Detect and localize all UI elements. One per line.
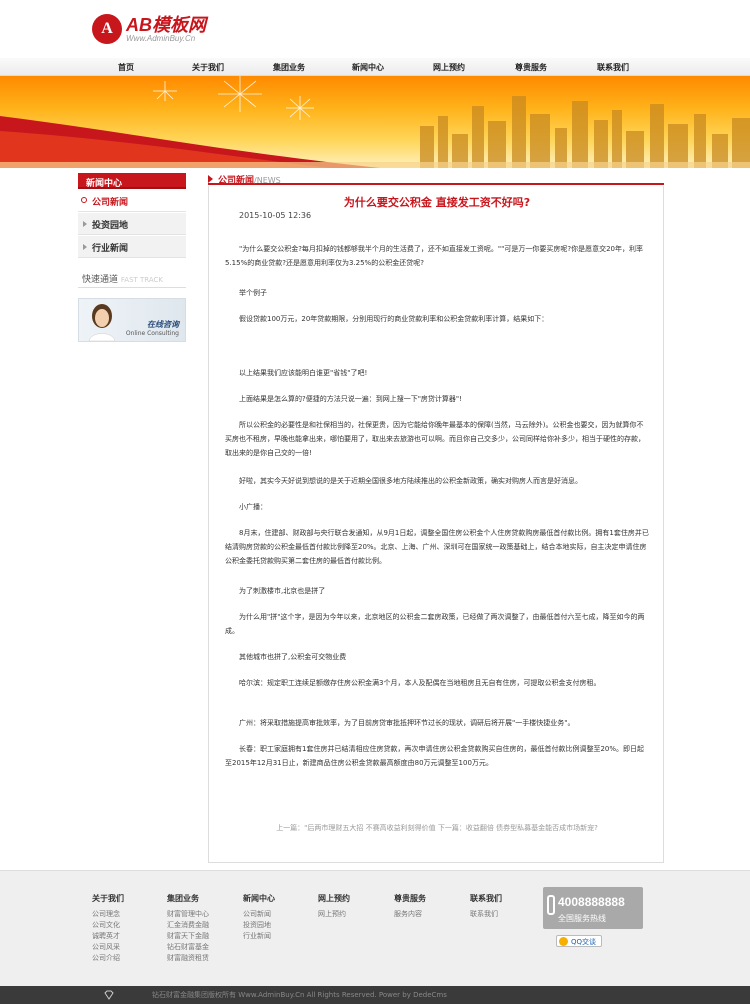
site-logo[interactable]: A AB模板网 Www.AdminBuy.Cn [92, 14, 206, 44]
footer-link[interactable]: 钻石财富基金 [167, 942, 209, 953]
footer-link[interactable]: 联系我们 [470, 909, 502, 920]
footer-link[interactable]: 行业新闻 [243, 931, 275, 942]
consultant-avatar-icon [88, 304, 116, 341]
footer-column-title: 尊贵服务 [394, 894, 426, 903]
diamond-icon [104, 990, 114, 1000]
nav-item-about[interactable]: 关于我们 [192, 62, 224, 73]
caret-right-icon [208, 175, 213, 183]
site-footer: 关于我们 公司理念 公司文化 诚聘英才 公司风采 公司介绍 集团业务 财富管理中… [0, 870, 750, 986]
logo-mark: A [92, 14, 122, 44]
footer-link[interactable]: 网上预约 [318, 909, 350, 920]
article-paragraph: 假设贷款100万元，20年贷款期限，分别用现行的商业贷款利率和公积金贷款利率计算… [239, 315, 549, 323]
footer-link[interactable]: 诚聘英才 [92, 931, 124, 942]
footer-link[interactable]: 投资园地 [243, 920, 275, 931]
phone-icon [547, 895, 555, 915]
article-paragraph: 长春：职工家庭拥有1套住房并已结清相应住房贷款，再次申请住房公积金贷款购买自住房… [225, 745, 645, 767]
caret-right-icon [83, 244, 87, 250]
footer-link[interactable]: 公司风采 [92, 942, 124, 953]
footer-link[interactable]: 公司介绍 [92, 953, 124, 964]
footer-link[interactable]: 财富管理中心 [167, 909, 209, 920]
footer-link[interactable]: 公司新闻 [243, 909, 275, 920]
logo-subtitle: Www.AdminBuy.Cn [126, 33, 196, 43]
nav-item-business[interactable]: 集团业务 [273, 62, 305, 73]
nav-item-contact[interactable]: 联系我们 [597, 62, 629, 73]
article-paragraph: 所以公积金的必要性是和社保相当的，社保更贵，因为它能给你晚年最基本的保障(当然，… [225, 421, 645, 457]
article-paragraph: 哈尔滨：规定职工连续足额缴存住房公积金满3个月，本人及配偶在当地租房且无自有住房… [239, 679, 601, 687]
sidebar-item-label: 行业新闻 [92, 244, 129, 254]
online-consulting-button[interactable]: 在线咨询 Online Consulting [78, 298, 186, 342]
radio-dot-icon [81, 197, 87, 203]
quick-access-label: 快速通道 [82, 275, 119, 285]
footer-column-title: 联系我们 [470, 894, 502, 903]
section-title: 公司新闻 [218, 176, 255, 186]
hotline-label: 全国服务热线 [558, 914, 606, 923]
hero-banner [0, 76, 750, 168]
service-hotline: 4008888888 全国服务热线 [543, 887, 643, 929]
sidebar-item-industry-news[interactable]: 行业新闻 [78, 236, 186, 258]
nav-item-home[interactable]: 首页 [118, 62, 134, 73]
quick-access-label-en: FAST TRACK [120, 276, 164, 284]
article-paragraph: 广州：将采取措施提高审批效率，为了目前房贷审批抵押环节过长的现状，调研后将开展"… [239, 719, 575, 727]
consult-label: 在线咨询 [147, 320, 179, 329]
qq-chat-label: QQ交谈 [571, 938, 597, 946]
footer-column-title: 集团业务 [167, 894, 199, 903]
footer-link[interactable]: 财富天下金融 [167, 931, 209, 942]
copyright-bar: 钻石财富金融集团版权所有 Www.AdminBuy.Cn All Rights … [0, 986, 750, 1004]
article-date: 2015-10-05 12:36 [239, 211, 312, 220]
footer-column-news: 新闻中心 公司新闻 投资园地 行业新闻 [243, 893, 275, 942]
footer-column-booking: 网上预约 网上预约 [318, 893, 350, 920]
article-paragraph: 以上结果我们应该能明白谁更"省钱"了吧! [239, 369, 368, 377]
footer-column-title: 关于我们 [92, 894, 124, 903]
sidebar-title: 新闻中心 [78, 173, 186, 189]
footer-column-about: 关于我们 公司理念 公司文化 诚聘英才 公司风采 公司介绍 [92, 893, 124, 964]
article-paragraph: 上面结果是怎么算的?便捷的方法只说一遍：到网上搜一下"房贷计算器"! [239, 395, 462, 403]
footer-link[interactable]: 公司文化 [92, 920, 124, 931]
nav-item-booking[interactable]: 网上预约 [433, 62, 465, 73]
footer-column-business: 集团业务 财富管理中心 汇金消费金融 财富天下金融 钻石财富基金 财富融资租赁 [167, 893, 209, 964]
footer-link[interactable]: 汇金消费金融 [167, 920, 209, 931]
sidebar-item-label: 公司新闻 [92, 198, 129, 208]
main-nav: 首页 关于我们 集团业务 新闻中心 网上预约 尊贵服务 联系我们 [0, 58, 750, 76]
nav-item-service[interactable]: 尊贵服务 [515, 62, 547, 73]
footer-column-title: 新闻中心 [243, 894, 275, 903]
article-paragraph: 小广播： [239, 503, 267, 511]
site-header: A AB模板网 Www.AdminBuy.Cn [0, 0, 750, 58]
qq-penguin-icon [559, 937, 568, 946]
sidebar-item-investment[interactable]: 投资园地 [78, 213, 186, 235]
sidebar-item-label: 投资园地 [92, 221, 129, 231]
article-paragraph: 好啦，其实今天好说到想说的是关于近期全国很多地方陆续推出的公积金新政策，确实对购… [239, 477, 582, 485]
article-title: 为什么要交公积金 直接发工资不好吗? [343, 196, 531, 209]
article-prev-next-links[interactable]: 上一篇："后两市理财五大招 不赛高收益利刻得价值 下一篇：收益翻倍 债券型私募基… [209, 823, 665, 833]
caret-right-icon [83, 221, 87, 227]
section-heading: 公司新闻/NEWS [208, 173, 664, 186]
hotline-number: 4008888888 [558, 895, 625, 909]
city-fireworks-illustration [0, 76, 750, 168]
sidebar: 新闻中心 公司新闻 投资园地 行业新闻 快速通道 FAST TRACK 在线咨询… [78, 173, 186, 342]
article-paragraph: 为什么用"拼"这个字，是因为今年以来，北京地区的公积金二套房政策，已经做了两次调… [225, 613, 645, 635]
footer-link[interactable]: 财富融资租赁 [167, 953, 209, 964]
article-paragraph: "为什么要交公积金?每月扣掉的钱都够我半个月的生活费了，还不如直接发工资呢。""… [225, 245, 643, 267]
article-paragraph: 8月末，住建部、财政部与央行联合发通知，从9月1日起，调整全国住房公积金个人住房… [225, 529, 649, 565]
sidebar-item-company-news[interactable]: 公司新闻 [78, 190, 186, 212]
nav-item-news[interactable]: 新闻中心 [352, 62, 384, 73]
consult-label-en: Online Consulting [125, 330, 179, 337]
footer-column-title: 网上预约 [318, 894, 350, 903]
qq-chat-button[interactable]: QQ交谈 [556, 935, 602, 947]
article-paragraph: 其他城市也拼了,公积金可交物业费 [239, 653, 347, 661]
footer-link[interactable]: 公司理念 [92, 909, 124, 920]
footer-column-contact: 联系我们 联系我们 [470, 893, 502, 920]
footer-column-service: 尊贵服务 服务内容 [394, 893, 426, 920]
quick-access-heading: 快速通道 FAST TRACK [78, 272, 186, 288]
logo-title: AB模板网 [126, 14, 206, 35]
section-title-en: /NEWS [254, 176, 281, 185]
article-paragraph: 为了刺激楼市,北京也是拼了 [239, 587, 326, 595]
article-paragraph: 举个例子 [239, 289, 267, 297]
footer-link[interactable]: 服务内容 [394, 909, 426, 920]
article-panel: 为什么要交公积金 直接发工资不好吗? 2015-10-05 12:36 "为什么… [208, 186, 664, 863]
copyright-text: 钻石财富金融集团版权所有 Www.AdminBuy.Cn All Rights … [152, 991, 447, 999]
